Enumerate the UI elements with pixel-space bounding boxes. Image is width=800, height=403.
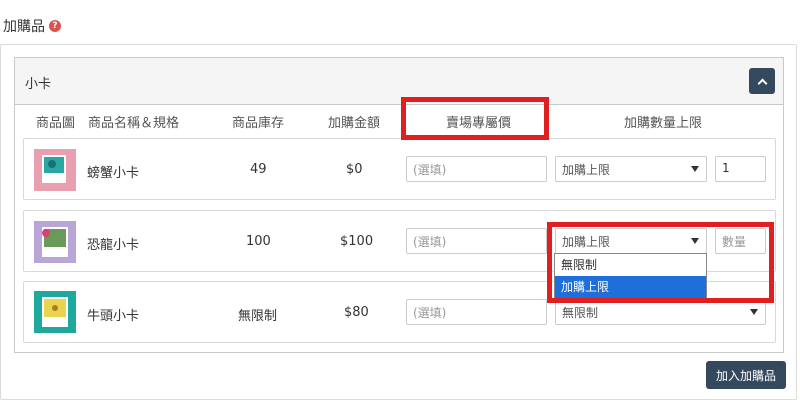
collapse-button[interactable] <box>749 68 775 94</box>
limit-quantity-input[interactable]: 1 <box>715 156 766 182</box>
col-header-stock: 商品庫存 <box>232 116 285 131</box>
store-price-input[interactable]: (選填) <box>406 228 547 254</box>
product-amount: $0 <box>346 162 363 177</box>
highlight-store-price <box>401 97 549 140</box>
section-title-text: 加購品 <box>3 19 45 35</box>
product-stock: 100 <box>246 234 271 249</box>
product-amount: $80 <box>344 305 369 320</box>
product-name: 恐龍小卡 <box>87 238 140 253</box>
card-group-title: 小卡 <box>25 77 52 92</box>
section-title: 加購品 ? <box>3 16 61 36</box>
product-name: 牛頭小卡 <box>87 309 140 324</box>
limit-select-value: 無限制 <box>562 306 599 320</box>
col-header-name: 商品名稱＆規格 <box>88 116 180 131</box>
product-amount: $100 <box>340 234 374 249</box>
col-header-image: 商品圖 <box>36 116 76 131</box>
store-price-input[interactable]: (選填) <box>406 299 547 325</box>
product-thumbnail <box>34 149 76 191</box>
col-header-limit: 加購數量上限 <box>624 116 703 131</box>
store-price-input[interactable]: (選填) <box>406 156 547 182</box>
help-icon[interactable]: ? <box>49 20 61 32</box>
product-name: 螃蟹小卡 <box>87 166 140 181</box>
chevron-down-icon <box>691 166 699 172</box>
limit-select-value: 加購上限 <box>562 163 611 177</box>
limit-select[interactable]: 加購上限 <box>555 156 707 182</box>
col-header-amount: 加購金額 <box>328 116 381 131</box>
add-addon-button[interactable]: 加入加購品 <box>706 361 786 389</box>
chevron-up-icon <box>757 78 767 88</box>
product-stock: 49 <box>250 162 267 177</box>
table-row: 螃蟹小卡 49 $0 (選填) 加購上限 1 <box>23 138 776 200</box>
chevron-down-icon <box>750 309 758 315</box>
card-group-header: 小卡 <box>15 58 783 105</box>
product-stock: 無限制 <box>238 309 278 324</box>
highlight-limit <box>547 222 774 303</box>
product-thumbnail <box>34 291 76 333</box>
product-thumbnail <box>34 221 76 263</box>
